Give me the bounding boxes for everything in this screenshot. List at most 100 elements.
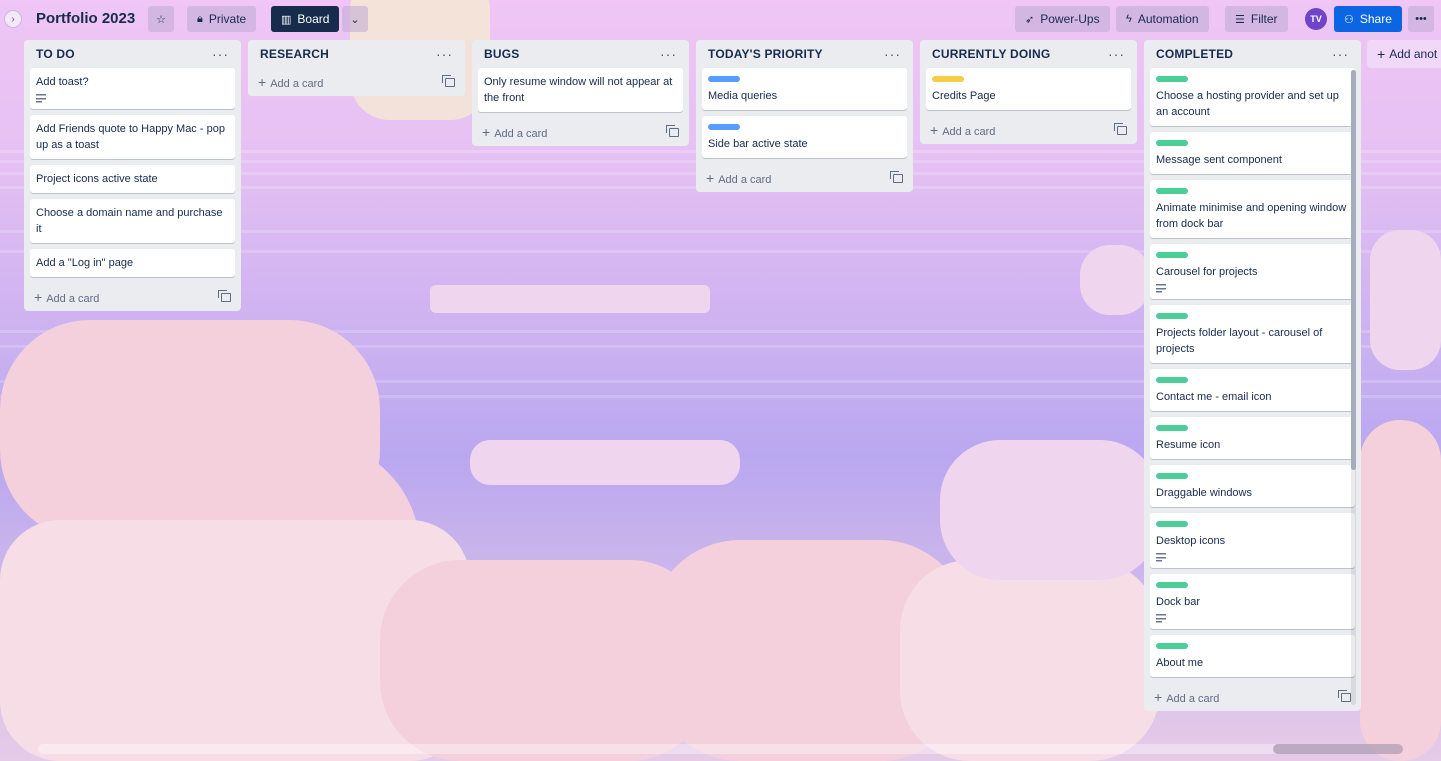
card[interactable]: Desktop icons (1150, 513, 1355, 568)
card-label[interactable] (1156, 521, 1188, 527)
board-header: › Portfolio 2023 ☆ 🔒︎ Private ▥ Board ⌄ … (0, 0, 1441, 38)
card-title: Carousel for projects (1156, 266, 1258, 278)
card-label[interactable] (1156, 473, 1188, 479)
card-label[interactable] (1156, 377, 1188, 383)
card[interactable]: Choose a domain name and purchase it (30, 199, 235, 243)
list: COMPLETED ··· Choose a hosting provider an… (1144, 40, 1361, 711)
card[interactable]: Message sent component (1150, 132, 1355, 174)
card[interactable]: Contact me - email icon (1150, 369, 1355, 411)
card[interactable]: Carousel for projects (1150, 244, 1355, 299)
lock-icon: 🔒︎ (197, 12, 203, 25)
card-label[interactable] (1156, 582, 1188, 588)
list-menu-icon[interactable]: ··· (660, 46, 677, 62)
card-label[interactable] (1156, 188, 1188, 194)
list-title[interactable]: TO DO (36, 47, 75, 61)
card-label[interactable] (1156, 252, 1188, 258)
card[interactable]: Add toast? (30, 68, 235, 109)
list-menu-icon[interactable]: ··· (884, 46, 901, 62)
card-template-icon[interactable] (442, 74, 455, 87)
card-title: Add Friends quote to Happy Mac - pop up … (36, 123, 225, 151)
add-card-content: + Add a card (930, 122, 995, 138)
card[interactable]: Side bar active state (702, 116, 907, 158)
card-label[interactable] (1156, 313, 1188, 319)
view-switcher-button[interactable]: ⌄ (342, 6, 368, 32)
list-menu-icon[interactable]: ··· (436, 46, 453, 62)
card[interactable]: Animate minimise and opening window from… (1150, 180, 1355, 238)
list-title[interactable]: TODAY'S PRIORITY (708, 47, 823, 61)
card-title: Resume icon (1156, 439, 1221, 451)
list-menu-icon[interactable]: ··· (1108, 46, 1125, 62)
list-header: BUGS ··· (472, 40, 689, 68)
list-menu-icon[interactable]: ··· (1332, 46, 1349, 62)
card-label[interactable] (932, 76, 964, 82)
filter-button[interactable]: ☰ Filter (1225, 6, 1288, 32)
add-card-button[interactable]: + Add a card (696, 164, 913, 192)
star-button[interactable]: ☆ (148, 6, 174, 32)
add-card-button[interactable]: + Add a card (24, 283, 241, 311)
power-ups-button[interactable]: ➶ Power-Ups (1015, 6, 1110, 32)
share-button[interactable]: ⚇ Share (1334, 6, 1402, 32)
card-title: Contact me - email icon (1156, 391, 1272, 403)
card[interactable]: Project icons active state (30, 165, 235, 193)
card-label[interactable] (708, 76, 740, 82)
description-icon (1156, 553, 1166, 562)
add-list-button[interactable]: + Add anot (1367, 40, 1441, 68)
card[interactable]: Resume icon (1150, 417, 1355, 459)
list-title[interactable]: BUGS (484, 47, 519, 61)
list-menu-icon[interactable]: ··· (212, 46, 229, 62)
scrollbar-thumb[interactable] (1351, 70, 1356, 470)
card[interactable]: Media queries (702, 68, 907, 110)
card-label[interactable] (1156, 643, 1188, 649)
card-list: Media queries Side bar active state (696, 68, 913, 158)
list-title[interactable]: COMPLETED (1156, 47, 1233, 61)
plus-icon: + (258, 74, 267, 90)
avatar[interactable]: TV (1305, 8, 1327, 30)
card-template-icon[interactable] (890, 170, 903, 183)
scrollbar-thumb[interactable] (1273, 744, 1403, 754)
board-title[interactable]: Portfolio 2023 (36, 10, 135, 27)
add-card-label: Add a card (270, 78, 324, 90)
card-title: Side bar active state (708, 138, 808, 150)
card[interactable]: Only resume window will not appear at th… (478, 68, 683, 112)
card-title: Animate minimise and opening window from… (1156, 202, 1347, 230)
list-title[interactable]: RESEARCH (260, 47, 329, 61)
card[interactable]: Projects folder layout - carousel of pro… (1150, 305, 1355, 363)
card[interactable]: Add Friends quote to Happy Mac - pop up … (30, 115, 235, 159)
board-view-button[interactable]: ▥ Board (271, 6, 340, 32)
list-title[interactable]: CURRENTLY DOING (932, 47, 1050, 61)
card-title: Projects folder layout - carousel of pro… (1156, 327, 1323, 355)
board-horizontal-scrollbar[interactable] (38, 744, 1403, 754)
card-label[interactable] (1156, 76, 1188, 82)
automation-button[interactable]: ϟ Automation (1116, 6, 1209, 32)
card[interactable]: Dock bar (1150, 574, 1355, 629)
plus-icon: + (930, 122, 939, 138)
card[interactable]: Choose a hosting provider and set up an … (1150, 68, 1355, 126)
expand-sidebar-button[interactable]: › (4, 10, 22, 28)
user-icon: ⚇ (1344, 13, 1354, 26)
card[interactable]: Add a "Log in" page (30, 249, 235, 277)
card-label[interactable] (1156, 140, 1188, 146)
star-icon: ☆ (156, 13, 166, 26)
list: BUGS ··· Only resume window will not appea… (472, 40, 689, 146)
card-template-icon[interactable] (218, 289, 231, 302)
list: RESEARCH ··· + Add a card (248, 40, 465, 96)
add-card-button[interactable]: + Add a card (1144, 683, 1361, 711)
card-label[interactable] (708, 124, 740, 130)
add-card-button[interactable]: + Add a card (920, 116, 1137, 144)
card-template-icon[interactable] (1114, 122, 1127, 135)
automation-label: Automation (1137, 12, 1199, 26)
card-template-icon[interactable] (666, 124, 679, 137)
add-card-button[interactable]: + Add a card (248, 68, 465, 96)
card[interactable]: About me (1150, 635, 1355, 677)
add-card-button[interactable]: + Add a card (472, 118, 689, 146)
more-menu-button[interactable]: ••• (1408, 6, 1434, 32)
card-title: Dock bar (1156, 596, 1201, 608)
card[interactable]: Credits Page (926, 68, 1131, 110)
card-label[interactable] (1156, 425, 1188, 431)
card-title: Add a "Log in" page (36, 257, 134, 269)
card-template-icon[interactable] (1338, 689, 1351, 702)
card[interactable]: Draggable windows (1150, 465, 1355, 507)
visibility-button[interactable]: 🔒︎ Private (187, 6, 257, 32)
completed-list-scrollbar[interactable] (1351, 70, 1356, 705)
plus-icon: + (34, 289, 43, 305)
